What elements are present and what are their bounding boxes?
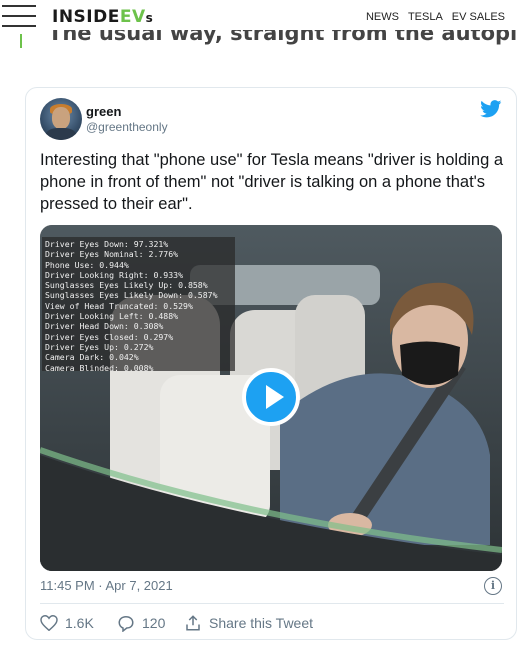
user-handle[interactable]: @greentheonly xyxy=(86,120,168,134)
overlay-line: Driver Head Down: 0.308% xyxy=(45,321,164,332)
overlay-line: Driver Eyes Up: 0.272% xyxy=(45,341,154,352)
hamburger-menu-icon[interactable] xyxy=(2,5,36,29)
share-label: Share this Tweet xyxy=(209,615,314,631)
quote-bar xyxy=(20,34,22,48)
overlay-line: Phone Use: 0.944% xyxy=(45,259,129,270)
nav-item-ev-sales[interactable]: EV SALES xyxy=(452,11,505,23)
divider xyxy=(40,603,504,604)
reply-icon xyxy=(118,615,134,632)
overlay-line: Camera Dark: 0.042% xyxy=(45,352,139,363)
overlay-line: Driver Eyes Down: 97.321% xyxy=(45,239,169,249)
reply-button[interactable]: 120 xyxy=(117,613,165,633)
detection-overlay: Driver Eyes Down: 97.321% Driver Eyes No… xyxy=(42,237,235,373)
overlay-line: Camera Blinded: 0.008% xyxy=(45,362,154,373)
twitter-bird-icon[interactable] xyxy=(480,100,502,118)
share-icon xyxy=(186,615,200,631)
tweet-timestamp[interactable]: 11:45 PM · Apr 7, 2021 xyxy=(40,578,173,593)
tweet-video[interactable]: Driver Eyes Down: 97.321% Driver Eyes No… xyxy=(40,225,502,571)
like-count: 1.6K xyxy=(65,615,94,631)
play-icon[interactable] xyxy=(242,368,300,426)
site-header: INSIDEEVs NEWS TESLA EV SALES xyxy=(0,0,519,34)
overlay-line: Sunglasses Eyes Likely Down: 0.587% xyxy=(45,290,218,301)
avatar[interactable] xyxy=(40,98,82,140)
logo-s: s xyxy=(145,11,154,25)
user-name[interactable]: green xyxy=(86,104,121,119)
info-icon[interactable]: i xyxy=(484,577,502,595)
like-button[interactable]: 1.6K xyxy=(40,613,94,633)
overlay-line: View of Head Truncated: 0.529% xyxy=(45,300,193,311)
overlay-line: Driver Eyes Closed: 0.297% xyxy=(45,331,174,342)
article-text-strip: The usual way, straight from the autopil… xyxy=(0,30,519,48)
nav-item-tesla[interactable]: TESLA xyxy=(408,11,443,23)
overlay-line: Driver Looking Left: 0.488% xyxy=(45,311,179,322)
overlay-line: Driver Eyes Nominal: 2.776% xyxy=(45,249,179,260)
overlay-line: Driver Looking Right: 0.933% xyxy=(45,269,184,280)
overlay-line: Sunglasses Eyes Likely Up: 0.858% xyxy=(45,280,208,291)
heart-icon xyxy=(40,615,58,631)
share-button[interactable]: Share this Tweet xyxy=(184,613,313,633)
logo-text: INSIDE xyxy=(52,7,120,27)
embedded-tweet: green @greentheonly Interesting that "ph… xyxy=(25,87,517,640)
article-text: The usual way, straight from the autopil… xyxy=(48,30,519,45)
top-nav: NEWS TESLA EV SALES xyxy=(357,11,505,23)
reply-count: 120 xyxy=(142,615,166,631)
nav-item-news[interactable]: NEWS xyxy=(366,11,399,23)
logo-ev: EV xyxy=(119,7,146,27)
tweet-text: Interesting that "phone use" for Tesla m… xyxy=(40,151,504,213)
site-logo[interactable]: INSIDEEVs xyxy=(52,7,153,27)
